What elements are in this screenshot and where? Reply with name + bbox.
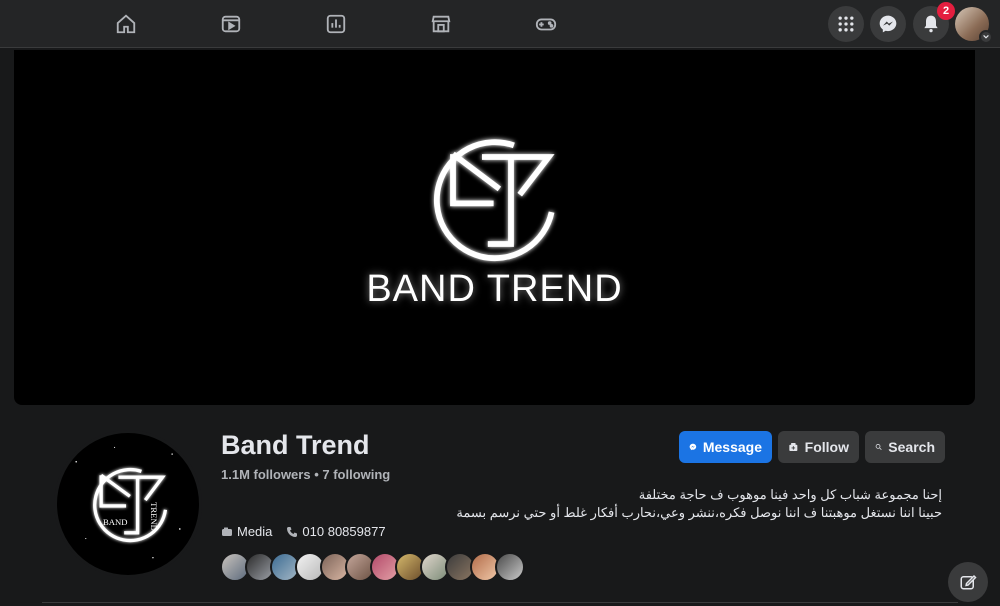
stats-icon[interactable] [320,8,352,40]
chevron-down-icon[interactable] [979,30,993,44]
page-title: Band Trend [221,430,370,460]
message-button[interactable]: Message [679,431,772,463]
profile-picture[interactable]: BAND TREND [54,430,202,578]
media-label: Media [237,524,273,539]
message-button-label: Message [702,439,762,455]
notification-count-badge: 2 [937,2,955,20]
svg-text:TREND: TREND [149,502,159,531]
media-icon [222,527,232,536]
bio-line: حبينا اننا نستغل موهبتنا ف اننا نوصل فكر… [456,505,942,520]
follow-icon [789,442,798,452]
cover-photo[interactable]: BAND TREND [14,50,975,405]
top-navigation-bar: 2 [0,0,1000,48]
page-meta: Media 010 80859877 [221,524,386,539]
edit-icon [960,574,977,590]
media-link[interactable]: Media [221,524,272,539]
band-trend-logo-icon [433,139,555,262]
search-button[interactable]: Search [865,431,945,463]
followers-count[interactable]: 1.1M followers • 7 following [221,467,390,482]
messenger-icon [689,443,697,451]
phone-link[interactable]: 010 80859877 [286,524,386,539]
follow-button-label: Follow [804,439,849,455]
band-trend-logo-icon: BAND TREND [75,446,181,559]
phone-number: 010 80859877 [302,524,386,539]
gaming-icon[interactable] [530,8,562,40]
follow-button[interactable]: Follow [778,431,859,463]
cover-brand-text: BAND TREND [366,268,623,310]
messenger-icon[interactable] [870,6,906,42]
marketplace-icon[interactable] [425,8,457,40]
section-divider [42,602,958,603]
search-icon [875,444,882,451]
menu-grid-icon[interactable] [828,6,864,42]
watch-icon[interactable] [215,8,247,40]
phone-icon [287,526,298,537]
svg-text:BAND: BAND [103,517,127,527]
new-message-edit-button[interactable] [948,562,988,602]
bio-line: إحنا مجموعة شباب كل واحد فينا موهوب ف حا… [638,487,942,502]
follower-avatar[interactable] [495,552,525,582]
home-icon[interactable] [110,8,142,40]
page-bio: إحنا مجموعة شباب كل واحد فينا موهوب ف حا… [442,486,942,522]
search-button-label: Search [888,439,935,455]
account-avatar[interactable] [955,7,993,44]
notifications-bell-icon[interactable]: 2 [913,2,955,42]
